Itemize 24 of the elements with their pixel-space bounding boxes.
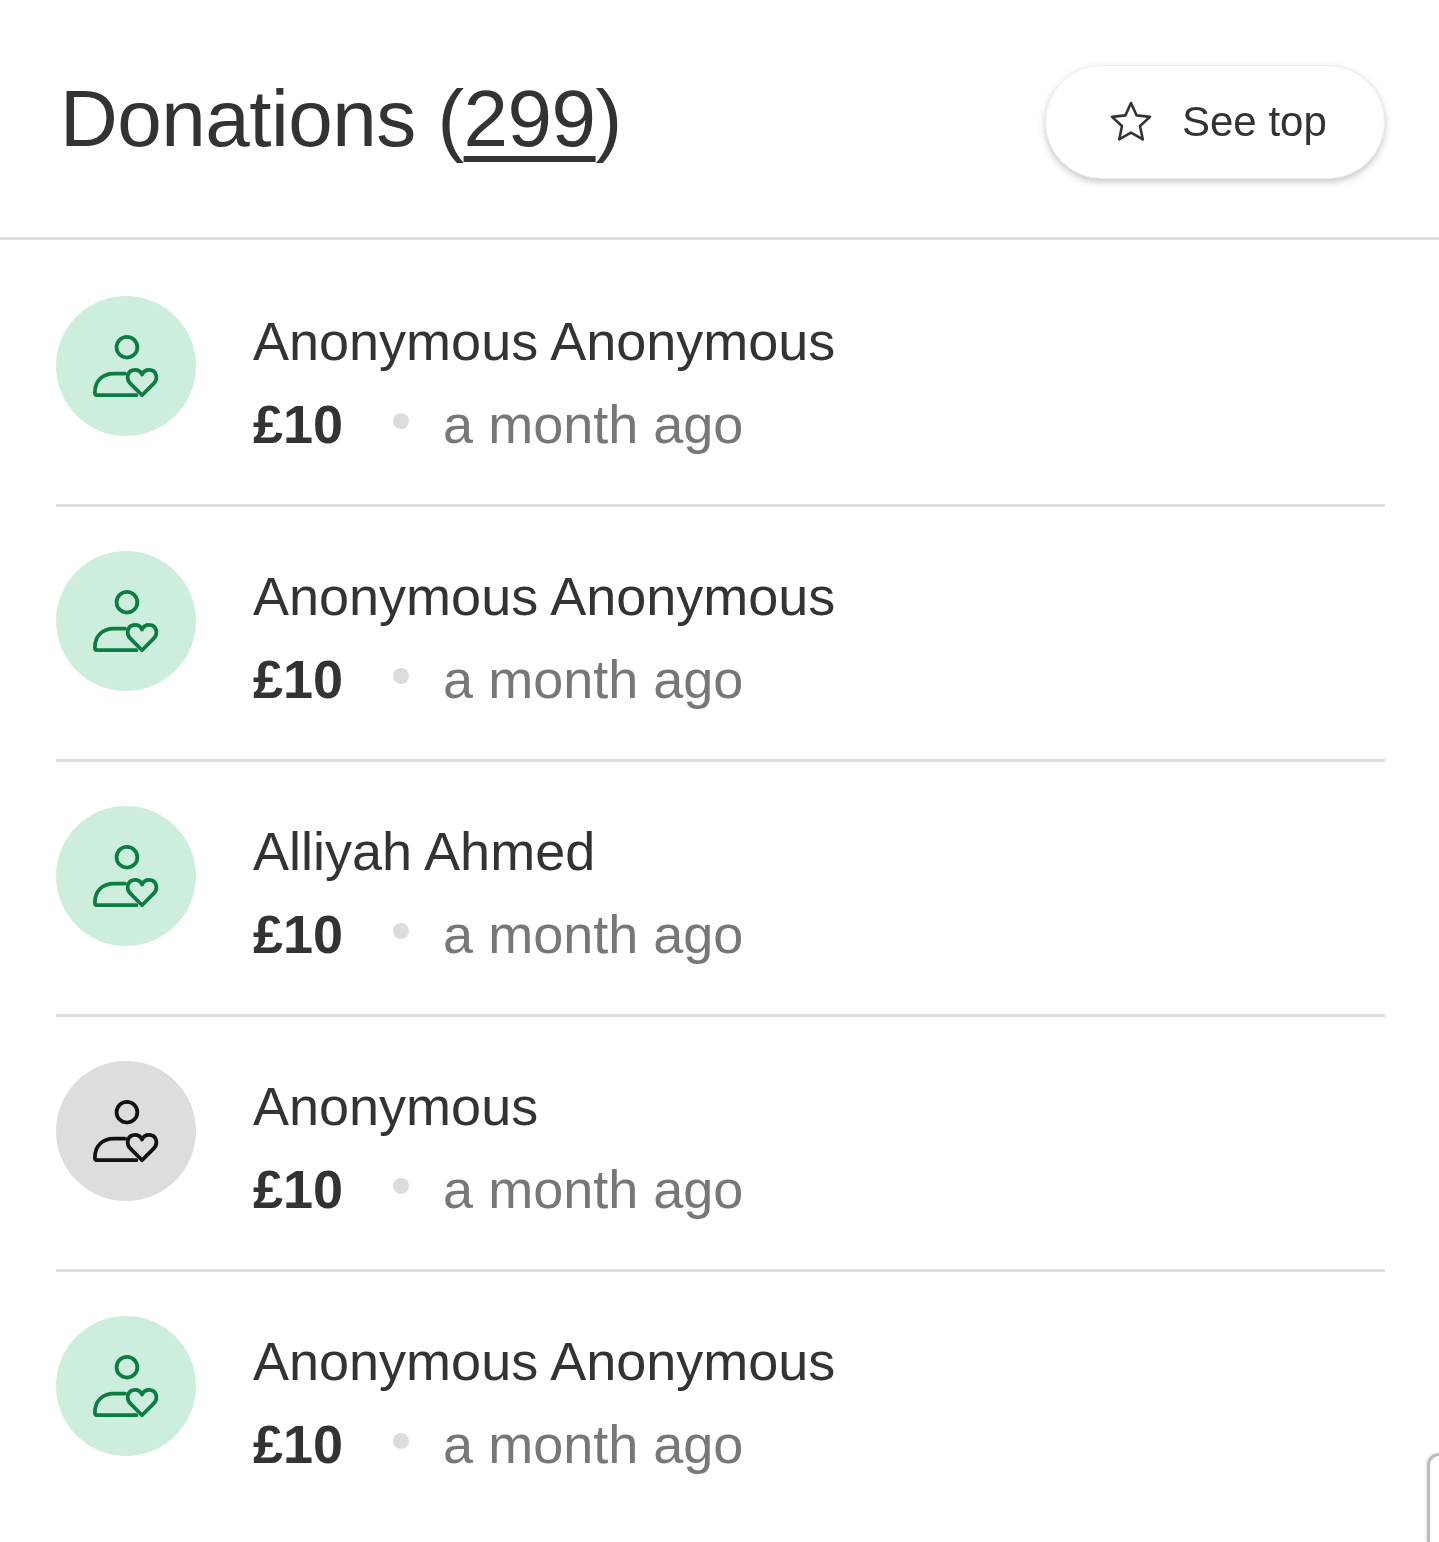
donation-time: a month ago (443, 393, 744, 456)
separator-dot-icon (393, 922, 410, 939)
donation-time: a month ago (443, 648, 744, 711)
see-top-button[interactable]: See top (1045, 64, 1385, 179)
separator-dot-icon (393, 412, 410, 429)
count-link[interactable]: 299 (463, 73, 596, 163)
donor-name: Anonymous (253, 1075, 540, 1138)
donation-time: a month ago (443, 903, 744, 966)
separator-dot-icon (393, 667, 410, 684)
separator-dot-icon (393, 1177, 410, 1194)
star-icon (1108, 99, 1154, 144)
donor-name: Anonymous Anonymous (253, 310, 836, 373)
donation-amount: £10 (253, 1413, 344, 1476)
page-title: Donations (299) (60, 72, 622, 165)
donor-name: Anonymous Anonymous (253, 1330, 836, 1393)
donation-amount: £10 (253, 648, 344, 711)
donation-amount: £10 (253, 903, 344, 966)
separator-dot-icon (393, 1432, 410, 1449)
donation-amount: £10 (253, 1158, 344, 1221)
donor-name: Alliyah Ahmed (253, 820, 597, 883)
donation-time: a month ago (443, 1413, 744, 1476)
donation-amount: £10 (253, 393, 344, 456)
donation-time: a month ago (443, 1158, 744, 1221)
donor-name: Anonymous Anonymous (253, 565, 836, 628)
